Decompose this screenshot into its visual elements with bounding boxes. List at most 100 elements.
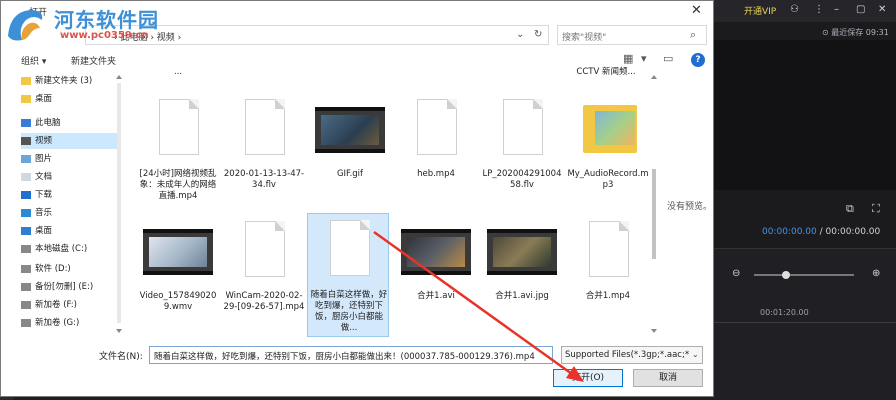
nav-label: 图片 xyxy=(35,154,53,164)
file-item[interactable]: 合并1.mp4 xyxy=(567,215,649,337)
nav-item-drive-f[interactable]: 新加卷 (F:) xyxy=(21,297,121,313)
nav-item-this-pc[interactable]: 此电脑 xyxy=(21,115,121,131)
file-item[interactable]: heb.mp4 xyxy=(395,93,477,221)
file-name: [24小时]网络视频乱象：未成年人的网络直播.mp4 xyxy=(139,169,217,201)
vip-button[interactable]: 开通VIP xyxy=(744,4,776,17)
file-item[interactable]: Video_1578490209.wmv xyxy=(137,215,219,337)
navigation-pane: 新建文件夹 (3) 桌面 此电脑 视频 图片 文档 下载 音乐 桌面 本地磁盘 … xyxy=(21,71,121,337)
watermark-url: www.pc0359.cn xyxy=(60,30,149,41)
new-folder-button[interactable]: 新建文件夹 xyxy=(71,54,116,67)
current-time: 00:00:00.00 xyxy=(762,227,817,237)
timeline-ruler-mark: 00:01:20.00 xyxy=(760,308,809,317)
file-item[interactable]: 2020-01-13-13-47-34.flv xyxy=(223,93,305,221)
search-input[interactable]: 搜索"视频" xyxy=(562,30,606,43)
partial-file-label: ... xyxy=(173,67,183,77)
watermark-logo-icon xyxy=(8,10,43,41)
nav-item-new-folder-3[interactable]: 新建文件夹 (3) xyxy=(21,73,121,89)
timeline-panel xyxy=(714,248,896,400)
nav-item-documents[interactable]: 文档 xyxy=(21,169,121,185)
file-item[interactable]: 合并1.avi.jpg xyxy=(481,215,563,337)
nav-item-downloads[interactable]: 下载 xyxy=(21,187,121,203)
video-thumbnail xyxy=(143,229,213,275)
nav-item-drive-g[interactable]: 新加卷 (G:) xyxy=(21,315,121,331)
file-name: GIF.gif xyxy=(336,169,364,179)
file-list-scrollbar[interactable] xyxy=(649,73,659,335)
file-name: 合并1.avi.jpg xyxy=(495,291,549,301)
more-icon[interactable]: ⋮ xyxy=(814,4,824,15)
nav-label: 本地磁盘 (C:) xyxy=(35,244,88,254)
organize-menu[interactable]: 组织 ▾ xyxy=(21,54,46,67)
nav-item-desktop-folder[interactable]: 桌面 xyxy=(21,91,121,107)
nav-item-pictures[interactable]: 图片 xyxy=(21,151,121,167)
file-item[interactable]: 合并1.avi xyxy=(395,215,477,337)
folder-icon xyxy=(21,76,31,85)
filename-label: 文件名(N): xyxy=(99,352,143,362)
view-options-icon[interactable]: ▦ xyxy=(623,52,633,65)
nav-item-desktop[interactable]: 桌面 xyxy=(21,223,121,239)
file-type-select[interactable]: Supported Files(*.3gp;*.aac;* ⌄ xyxy=(561,346,703,364)
file-item[interactable]: GIF.gif xyxy=(309,93,391,221)
refresh-icon[interactable]: ↻ xyxy=(534,29,542,40)
help-icon[interactable]: ? xyxy=(691,53,705,67)
nav-label: 文档 xyxy=(35,172,53,182)
video-thumbnail xyxy=(401,229,471,275)
fullscreen-icon[interactable]: ⛶ xyxy=(872,202,880,216)
cancel-button[interactable]: 取消 xyxy=(633,369,703,387)
minimize-icon[interactable]: – xyxy=(834,4,839,15)
watermark-title: 河东软件园 xyxy=(54,8,159,32)
document-icon xyxy=(330,220,370,276)
time-separator: / xyxy=(816,227,826,237)
nav-label: 新加卷 (G:) xyxy=(35,318,80,328)
close-icon[interactable]: ✕ xyxy=(878,4,886,15)
file-item[interactable]: WinCam-2020-02-29-[09-26-57].mp4 xyxy=(223,215,305,337)
nav-item-drive-e[interactable]: 备份[勿删] (E:) xyxy=(21,279,121,295)
open-file-dialog: 打开 ✕ › 此电脑 › 视频 › ⌄ ↻ 搜索"视频" ⌕ 组织 ▾ 新建文件… xyxy=(0,0,714,397)
nav-label: 视频 xyxy=(35,136,53,146)
desktop-icon xyxy=(21,226,31,235)
drive-icon xyxy=(21,282,31,291)
chevron-down-icon[interactable]: ⌄ xyxy=(692,350,699,359)
dialog-close-button[interactable]: ✕ xyxy=(691,3,702,18)
nav-label: 桌面 xyxy=(35,94,53,104)
zoom-slider[interactable] xyxy=(754,271,854,279)
drive-icon xyxy=(21,300,31,309)
drive-icon xyxy=(21,244,31,253)
file-item[interactable]: My_AudioRecord.mp3 xyxy=(567,93,649,221)
nav-item-drive-d[interactable]: 软件 (D:) xyxy=(21,261,121,277)
file-item-selected[interactable]: 随着白菜这样做，好吃到爆，还特别下饭，厨房小白都能做... xyxy=(307,213,389,337)
save-status: ⊙ 最近保存 09:31 xyxy=(822,28,889,37)
file-item[interactable]: [24小时]网络视频乱象：未成年人的网络直播.mp4 xyxy=(137,93,219,221)
zoom-out-icon[interactable]: ⊖ xyxy=(732,268,740,279)
open-button[interactable]: 打开(O) xyxy=(553,369,623,387)
nav-item-videos[interactable]: 视频 xyxy=(21,133,121,149)
pictures-icon xyxy=(21,154,31,163)
drive-icon xyxy=(21,318,31,327)
document-icon xyxy=(245,99,285,155)
preview-pane-icon[interactable]: ▭ xyxy=(663,52,673,65)
file-list: ... CCTV 新闻频... [24小时]网络视频乱象：未成年人的网络直播.m… xyxy=(129,65,657,337)
view-dropdown-icon[interactable]: ▾ xyxy=(641,52,647,65)
maximize-icon[interactable]: ▢ xyxy=(856,4,865,15)
filename-field[interactable]: 随着白菜这样做，好吃到爆，还特别下饭，厨房小白都能做出来！(000037.785… xyxy=(149,346,553,364)
nav-label: 音乐 xyxy=(35,208,53,218)
zoom-in-icon[interactable]: ⊕ xyxy=(872,268,880,279)
file-type-value[interactable]: Supported Files(*.3gp;*.aac;* xyxy=(565,350,689,360)
zoom-slider-knob[interactable] xyxy=(781,271,790,279)
file-name: 2020-01-13-13-47-34.flv xyxy=(223,169,305,190)
snapshot-icon[interactable]: ⧉ xyxy=(846,202,854,216)
nav-item-drive-c[interactable]: 本地磁盘 (C:) xyxy=(21,241,121,257)
nav-item-music[interactable]: 音乐 xyxy=(21,205,121,221)
video-thumbnail xyxy=(487,229,557,275)
nav-scrollbar[interactable] xyxy=(115,73,123,335)
nav-label: 新加卷 (F:) xyxy=(35,300,77,310)
time-readout: 00:00:00.00 / 00:00:00.00 xyxy=(762,227,880,237)
search-icon[interactable]: ⌕ xyxy=(690,28,696,42)
document-icon xyxy=(159,99,199,155)
user-icon[interactable]: ⚇ xyxy=(790,4,799,15)
download-icon xyxy=(21,190,31,199)
address-dropdown-icon[interactable]: ⌄ xyxy=(516,29,524,40)
filename-value[interactable]: 随着白菜这样做，好吃到爆，还特别下饭，厨房小白都能做出来！(000037.785… xyxy=(154,350,535,362)
document-icon xyxy=(417,99,457,155)
search-box[interactable]: 搜索"视频" ⌕ xyxy=(557,25,707,45)
file-item[interactable]: LP_20200429100458.flv xyxy=(481,93,563,221)
